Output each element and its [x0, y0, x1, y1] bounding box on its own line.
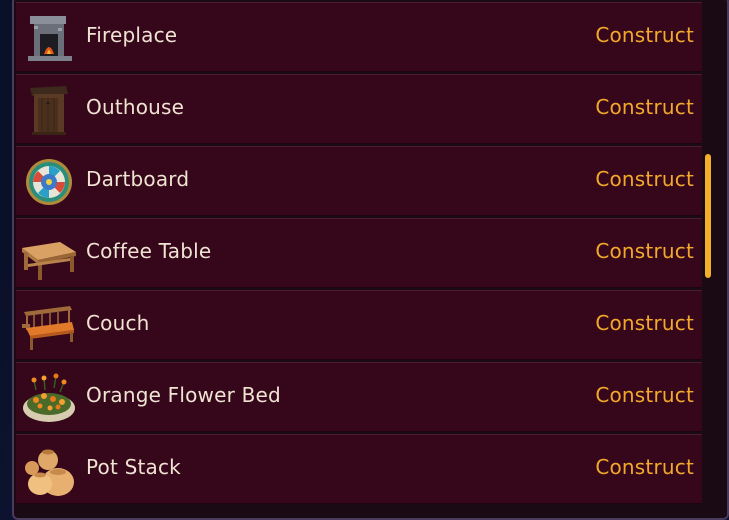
- list-item-dartboard[interactable]: Dartboard Construct: [16, 146, 702, 216]
- construct-button[interactable]: Construct: [595, 383, 694, 407]
- coffee-table-icon: [22, 242, 76, 280]
- construct-button[interactable]: Construct: [595, 239, 694, 263]
- list-item-coffee-table[interactable]: Coffee Table Construct: [16, 218, 702, 288]
- item-name: Pot Stack: [86, 455, 181, 479]
- dartboard-icon: [26, 159, 72, 205]
- list-item-outhouse[interactable]: Outhouse Construct: [16, 74, 702, 144]
- scrollbar-thumb[interactable]: [705, 154, 711, 278]
- construct-button[interactable]: Construct: [595, 311, 694, 335]
- item-name: Coffee Table: [86, 239, 212, 263]
- construct-button[interactable]: Construct: [595, 23, 694, 47]
- item-name: Fireplace: [86, 23, 178, 47]
- item-name: Outhouse: [86, 95, 185, 119]
- construct-button[interactable]: Construct: [595, 167, 694, 191]
- couch-icon: [22, 306, 74, 350]
- item-name: Orange Flower Bed: [86, 383, 281, 407]
- pot-stack-icon: [25, 449, 74, 496]
- construct-button[interactable]: Construct: [595, 455, 694, 479]
- fireplace-icon: [28, 16, 72, 61]
- orange-flower-bed-icon: [23, 373, 75, 422]
- item-name: Couch: [86, 311, 150, 335]
- outhouse-icon: [30, 86, 68, 135]
- item-name: Dartboard: [86, 167, 190, 191]
- construct-list: Fireplace Construct Outhouse Construct D…: [16, 0, 702, 507]
- construct-button[interactable]: Construct: [595, 95, 694, 119]
- list-item-orange-flower-bed[interactable]: Orange Flower Bed Construct: [16, 362, 702, 432]
- list-item-fireplace[interactable]: Fireplace Construct: [16, 2, 702, 72]
- list-item-couch[interactable]: Couch Construct: [16, 290, 702, 360]
- list-item-pot-stack[interactable]: Pot Stack Construct: [16, 434, 702, 504]
- scrollbar[interactable]: [703, 0, 713, 507]
